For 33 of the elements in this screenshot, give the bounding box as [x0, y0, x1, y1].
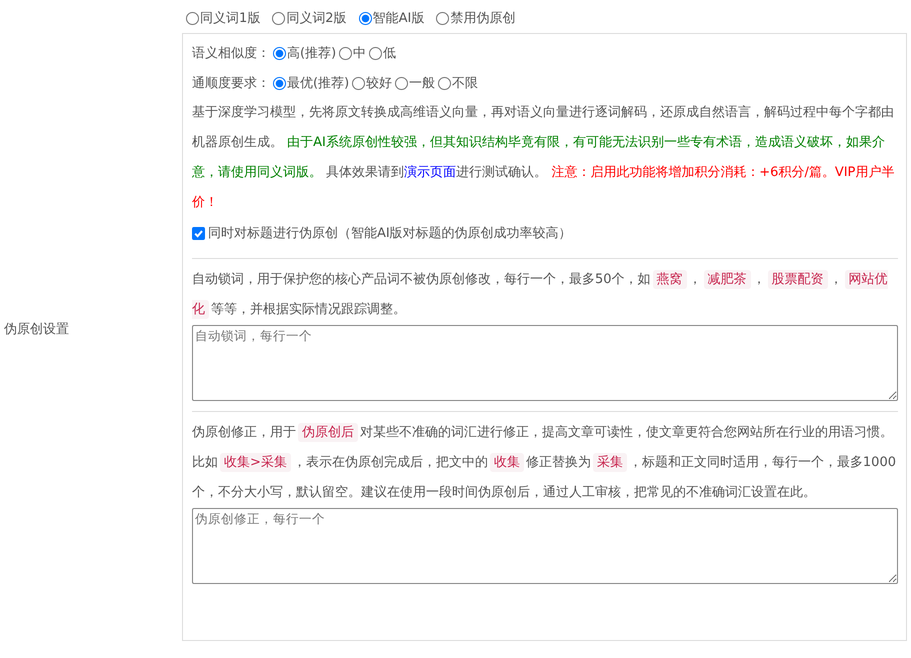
setting-label: 通顺度要求： [192, 75, 270, 92]
option-label[interactable]: 低 [383, 44, 396, 62]
option-label[interactable]: 最优(推荐) [287, 74, 350, 92]
option-radio[interactable] [352, 76, 366, 90]
corrections-help: 伪原创修正，用于 伪原创后 对某些不准确的词汇进行修正，提高文章可读性，使文章更符合您网站所在行业的用语习惯。比如 收集>采集 ，表示在伪原创完成后，把文中的 收集 修正替换为 采集 ，标题和正文同时适用，每行一个，最多1000个，不分大小写，默认留空。建议在使用一段时间伪原创后，通过人工审核，把常见的不准确词汇设置在此。 [192, 422, 897, 502]
option-radio[interactable] [273, 46, 286, 60]
lock-words-help: 自动锁词，用于保护您的核心产品词不被伪原创修改，每行一个，最多50个，如 燕窝 ， 减肥茶 ， 股票配资 ， 网站优化 等等，并根据实际情况跟踪调整。 [192, 269, 889, 321]
checkbox-label[interactable]: 同时对标题进行伪原创（智能AI版对标题的伪原创成功率较高） [208, 224, 572, 242]
section-label: 伪原创设置 [4, 321, 69, 338]
mode-label[interactable]: 智能AI版 [372, 9, 424, 27]
mode-radio[interactable] [436, 12, 450, 24]
option-radio[interactable] [369, 46, 382, 60]
corrections-field[interactable]: 伪原创修正，每行一个 [192, 508, 898, 584]
mode-label[interactable]: 同义词1版 [200, 9, 260, 27]
option-radio[interactable] [395, 76, 408, 90]
option-radio[interactable] [273, 76, 286, 90]
mode-radio[interactable] [358, 12, 372, 24]
ai-description: 基于深度学习模型，先将原文转换成高维语义向量，再对语义向量进行逐词解码，还原成自然语言，解码过程中每个字都由机器原创生成。 由于AI系统原创性较强，但其知识结构毕竟有限，有可能无法识别一些专有术语，造成语义破坏，如果介意，请使用同义词版。 具体效果请到演示页面进行测试确认。 注意：启用此功能将增加积分消耗：+6积分/篇。VIP用户半价！ [192, 104, 896, 212]
option-label[interactable]: 较好 [366, 74, 392, 92]
title-checkbox[interactable] [192, 226, 205, 240]
setting-label: 语义相似度： [192, 45, 270, 62]
mode-label[interactable]: 同义词2版 [286, 9, 347, 27]
mode-radio[interactable] [186, 12, 199, 24]
option-label[interactable]: 高(推荐) [287, 44, 336, 62]
option-radio[interactable] [438, 76, 452, 90]
mode-radio[interactable] [272, 12, 286, 24]
mode-label[interactable]: 禁用伪原创 [450, 9, 516, 27]
option-label[interactable]: 一般 [409, 74, 436, 92]
lock-words-field[interactable]: 自动锁词，每行一个 [192, 325, 898, 401]
demo-page-link[interactable]: 演示页面 [404, 165, 456, 180]
option-label[interactable]: 中 [353, 44, 366, 62]
option-label[interactable]: 不限 [452, 74, 478, 92]
option-radio[interactable] [339, 46, 352, 60]
